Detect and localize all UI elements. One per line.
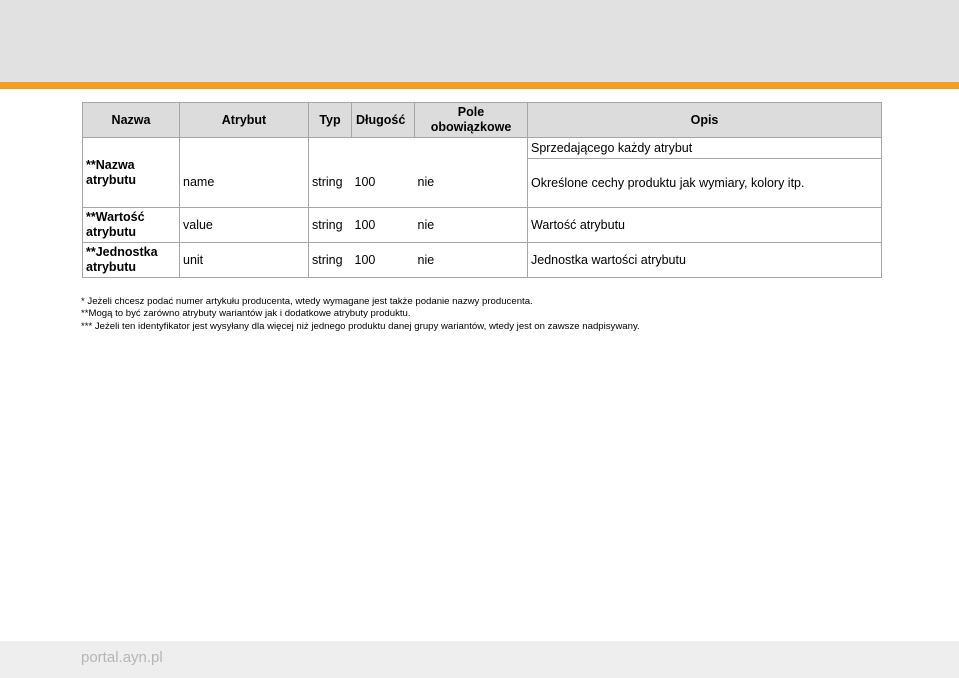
header-atrybut: Atrybut <box>179 102 309 138</box>
cell-attribute: value <box>179 207 309 243</box>
header-dlugosc: Długość <box>351 102 415 138</box>
footer-site-link[interactable]: portal.ayn.pl <box>81 649 163 666</box>
cell-empty <box>351 137 415 159</box>
name-line1: **Nazwa <box>86 157 135 172</box>
cell-description: Wartość atrybutu <box>527 207 882 243</box>
header-opis: Opis <box>527 102 882 138</box>
header-typ: Typ <box>308 102 352 138</box>
cell-name: **Jednostka atrybutu <box>82 242 180 278</box>
footnote: * Jeżeli chcesz podać numer artykułu pro… <box>81 296 533 307</box>
footnote: **Mogą to być zarówno atrybuty wariantów… <box>81 308 411 320</box>
header-pole-obowiazkowe: Pole obowiązkowe <box>414 102 528 138</box>
cell-attribute: name <box>179 158 309 208</box>
cell-name: **Nazwa atrybutu <box>82 137 180 208</box>
header-pole-line2: obowiązkowe <box>430 120 512 134</box>
cell-description: Określone cechy produktu jak wymiary, ko… <box>527 158 882 208</box>
cell-length: 100 <box>351 242 415 278</box>
name-line2: atrybutu <box>86 260 136 274</box>
cell-name: **Wartość atrybutu <box>82 207 180 243</box>
name-line1: **Wartość <box>86 210 145 224</box>
cell-description: Jednostka wartości atrybutu <box>527 242 882 278</box>
header-pole-line1: Pole <box>457 105 485 119</box>
cell-empty <box>308 137 352 159</box>
cell-type: string <box>308 158 352 208</box>
footnotes: * Jeżeli chcesz podać numer artykułu pro… <box>81 296 640 333</box>
cell-empty <box>414 137 528 159</box>
cell-attribute: unit <box>179 242 309 278</box>
table-row: name string 100 nie Określone cechy prod… <box>83 158 882 208</box>
header-nazwa: Nazwa <box>82 102 180 138</box>
name-line2: atrybutu <box>86 172 136 187</box>
header-band <box>0 0 959 82</box>
footnote: *** Jeżeli ten identyfikator jest wysyła… <box>81 320 640 332</box>
cell-length: 100 <box>351 207 415 243</box>
cell-required: nie <box>414 158 528 208</box>
name-line1: **Jednostka <box>86 245 158 259</box>
cell-required: nie <box>414 242 528 278</box>
cell-type: string <box>308 207 352 243</box>
table-row: **Nazwa atrybutu Sprzedającego każdy atr… <box>82 137 882 208</box>
accent-bar <box>0 82 959 89</box>
cell-required: nie <box>414 207 528 243</box>
cell-empty <box>179 137 309 159</box>
name-line2: atrybutu <box>86 225 136 239</box>
cell-type: string <box>308 242 352 278</box>
attributes-table: Nazwa Atrybut Typ Długość Pole obowiązko… <box>82 102 882 278</box>
cell-description-top: Sprzedającego każdy atrybut <box>527 137 882 159</box>
table-header-row: Nazwa Atrybut Typ Długość Pole obowiązko… <box>82 102 882 138</box>
table-row: **Wartość atrybutu value string 100 nie … <box>82 207 882 243</box>
cell-length: 100 <box>351 158 415 208</box>
table-row: **Jednostka atrybutu unit string 100 nie… <box>82 242 882 278</box>
